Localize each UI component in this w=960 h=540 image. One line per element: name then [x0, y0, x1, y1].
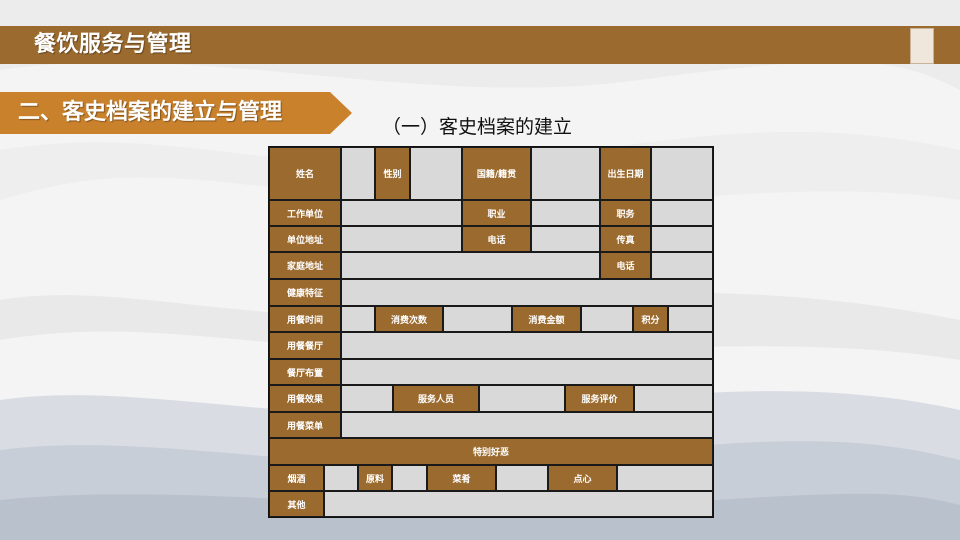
field-spend-amount[interactable] — [581, 306, 633, 332]
field-health[interactable] — [341, 279, 713, 306]
field-nationality[interactable] — [531, 147, 600, 200]
label-other: 其他 — [269, 491, 324, 517]
label-dishes: 菜肴 — [427, 465, 496, 491]
page-title: 餐饮服务与管理 — [34, 32, 192, 57]
field-service-rating[interactable] — [634, 385, 713, 412]
label-spend-amount: 消费金额 — [512, 306, 581, 332]
field-birth-date[interactable] — [651, 147, 713, 200]
field-other[interactable] — [324, 491, 713, 517]
field-work-unit[interactable] — [341, 200, 462, 226]
label-dining-hall: 用餐餐厅 — [269, 332, 341, 359]
field-name[interactable] — [341, 147, 375, 200]
label-nationality: 国籍/籍贯 — [462, 147, 531, 200]
field-hall-layout[interactable] — [341, 359, 713, 385]
subsection-title: （一）客史档案的建立 — [382, 116, 573, 138]
label-hall-layout: 餐厅布置 — [269, 359, 341, 385]
field-unit-address[interactable] — [341, 226, 462, 252]
label-birth-date: 出生日期 — [600, 147, 651, 200]
field-dishes[interactable] — [496, 465, 548, 491]
field-dessert[interactable] — [617, 465, 713, 491]
label-name: 姓名 — [269, 147, 341, 200]
field-tobacco-alcohol[interactable] — [324, 465, 358, 491]
field-home-address[interactable] — [341, 252, 600, 279]
field-gender[interactable] — [410, 147, 462, 200]
label-visit-count: 消费次数 — [375, 306, 443, 332]
guest-record-form: 姓名 性别 国籍/籍贯 出生日期 工作单位 职业 职务 单位地址 电话 传真 家… — [268, 146, 714, 518]
field-dining-time[interactable] — [341, 306, 375, 332]
label-work-unit: 工作单位 — [269, 200, 341, 226]
label-occupation: 职业 — [462, 200, 531, 226]
label-gender: 性别 — [375, 147, 410, 200]
field-dining-menu[interactable] — [341, 412, 713, 438]
label-special-prefs: 特别好恶 — [269, 438, 713, 465]
label-unit-address: 单位地址 — [269, 226, 341, 252]
label-dessert: 点心 — [548, 465, 617, 491]
label-service-rating: 服务评价 — [565, 385, 634, 412]
field-occupation[interactable] — [531, 200, 600, 226]
field-fax[interactable] — [651, 226, 713, 252]
label-dining-menu: 用餐菜单 — [269, 412, 341, 438]
label-service-staff: 服务人员 — [393, 385, 479, 412]
field-home-phone[interactable] — [651, 252, 713, 279]
label-home-phone: 电话 — [600, 252, 651, 279]
label-dining-effect: 用餐效果 — [269, 385, 341, 412]
label-tobacco-alcohol: 烟酒 — [269, 465, 324, 491]
logo-image — [910, 28, 934, 64]
field-phone[interactable] — [531, 226, 600, 252]
label-phone: 电话 — [462, 226, 531, 252]
field-visit-count[interactable] — [443, 306, 512, 332]
label-home-address: 家庭地址 — [269, 252, 341, 279]
field-points[interactable] — [668, 306, 713, 332]
section-title: 二、客史档案的建立与管理 — [18, 100, 283, 125]
field-ingredients[interactable] — [392, 465, 427, 491]
label-position: 职务 — [600, 200, 651, 226]
field-dining-hall[interactable] — [341, 332, 713, 359]
label-dining-time: 用餐时间 — [269, 306, 341, 332]
field-position[interactable] — [651, 200, 713, 226]
field-service-staff[interactable] — [479, 385, 565, 412]
label-health: 健康特征 — [269, 279, 341, 306]
label-fax: 传真 — [600, 226, 651, 252]
field-dining-effect[interactable] — [341, 385, 393, 412]
label-points: 积分 — [633, 306, 668, 332]
label-ingredients: 原料 — [358, 465, 392, 491]
